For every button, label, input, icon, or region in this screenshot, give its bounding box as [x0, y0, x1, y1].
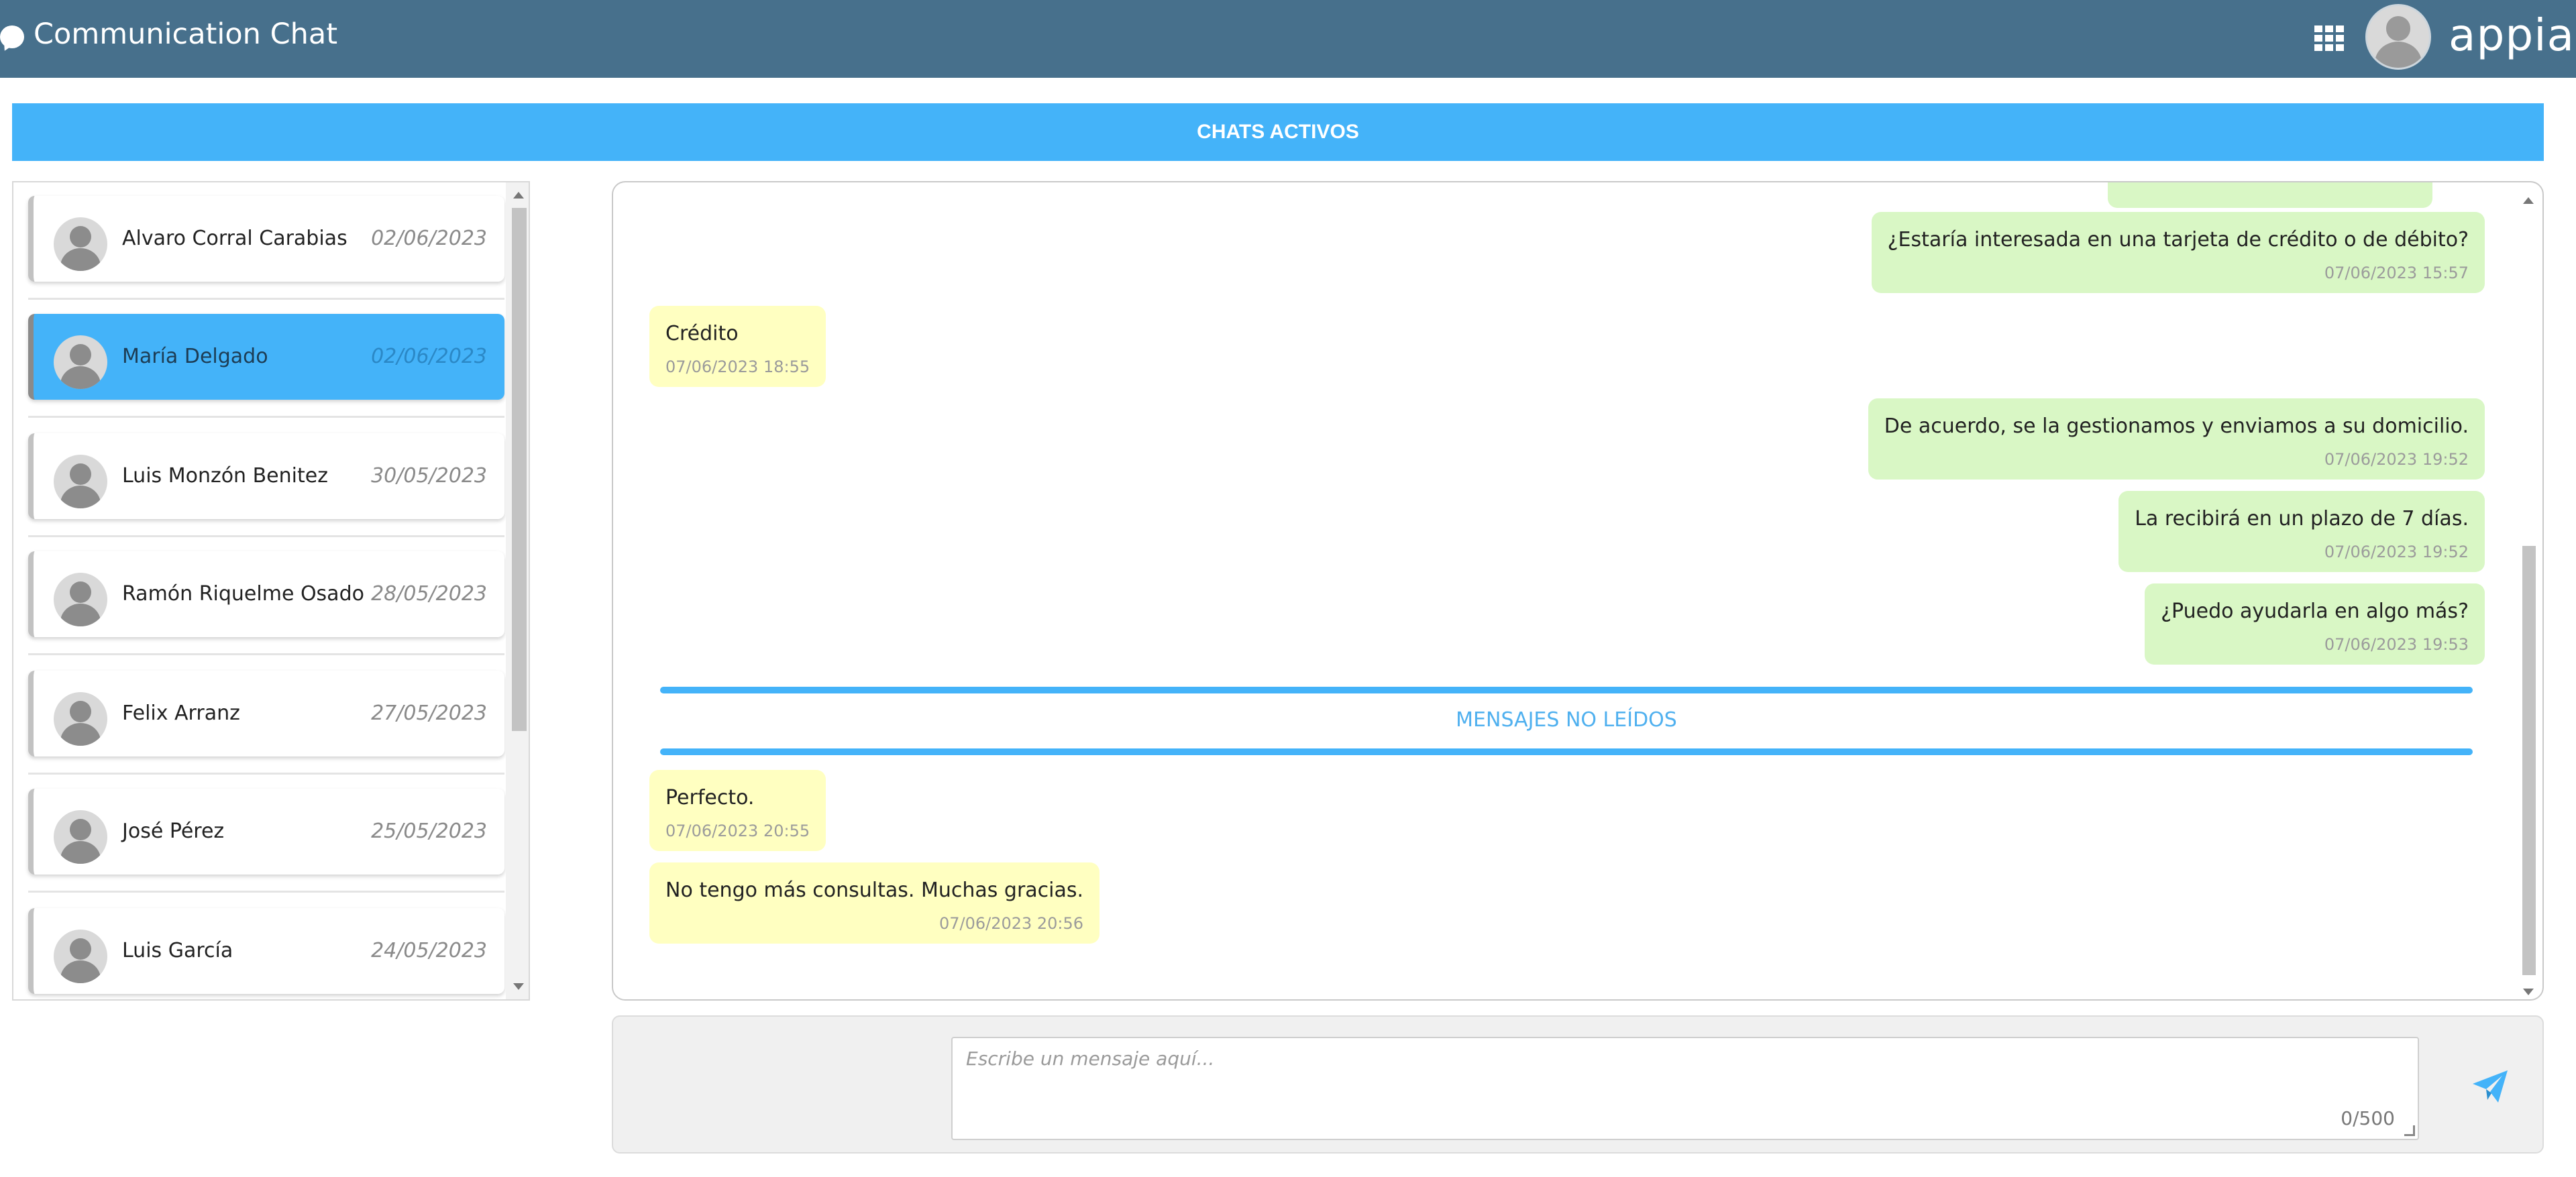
message-text: Perfecto. — [665, 786, 755, 809]
message-scrollbar[interactable] — [2520, 197, 2537, 995]
avatar — [54, 455, 107, 508]
avatar — [54, 573, 107, 626]
conversation-name: María Delgado — [122, 345, 268, 368]
message-time: 07/06/2023 15:57 — [2324, 264, 2469, 282]
message-bubble-outgoing: ¿Estaría interesada en una tarjeta de cr… — [1871, 212, 2485, 293]
message-time: 07/06/2023 20:56 — [938, 914, 1084, 933]
divider — [28, 773, 504, 775]
unread-divider-line — [660, 687, 2473, 693]
message-thread: ¿Estaría interesada en una tarjeta de cr… — [612, 181, 2544, 1001]
conversation-name: Luis Monzón Benitez — [122, 464, 328, 488]
conversation-name: Ramón Riquelme Osado — [122, 582, 364, 606]
message-time: 07/06/2023 20:55 — [665, 822, 810, 840]
avatar — [54, 810, 107, 864]
message-composer: Escribe un mensaje aquí... 0/500 — [612, 1015, 2544, 1154]
conversation-item[interactable]: Luis Monzón Benitez 30/05/2023 — [28, 433, 504, 519]
message-time: 07/06/2023 19:52 — [2324, 543, 2469, 561]
message-text: De acuerdo, se la gestionamos y enviamos… — [1884, 414, 2469, 438]
message-bubble-outgoing: ¿Puedo ayudarla en algo más? 07/06/2023 … — [2145, 583, 2485, 665]
conversation-date: 25/05/2023 — [371, 820, 487, 843]
avatar — [54, 335, 107, 389]
conversation-name: Alvaro Corral Carabias — [122, 227, 347, 250]
app-title: Communication Chat — [34, 17, 338, 51]
message-bubble-outgoing: La recibirá en un plazo de 7 días. 07/06… — [2118, 491, 2485, 572]
paper-plane-icon[interactable] — [2471, 1069, 2509, 1104]
unread-divider-line — [660, 748, 2473, 755]
conversation-date: 30/05/2023 — [371, 464, 487, 488]
message-text: No tengo más consultas. Muchas gracias. — [665, 879, 1084, 902]
message-bubble-incoming: No tengo más consultas. Muchas gracias. … — [649, 862, 1100, 944]
scroll-up-icon[interactable] — [2523, 197, 2534, 204]
divider — [28, 891, 504, 893]
message-bubble-partial — [2108, 182, 2432, 208]
conversation-date: 28/05/2023 — [371, 582, 487, 606]
divider — [28, 416, 504, 418]
message-time: 07/06/2023 19:52 — [2324, 450, 2469, 469]
scrollbar-thumb[interactable] — [2522, 546, 2536, 975]
conversation-date: 02/06/2023 — [371, 345, 487, 368]
message-input-placeholder: Escribe un mensaje aquí... — [966, 1048, 1215, 1070]
grid-icon[interactable] — [2314, 25, 2345, 52]
user-avatar-icon[interactable] — [2365, 4, 2431, 70]
scroll-up-icon[interactable] — [513, 192, 524, 199]
character-counter: 0/500 — [2341, 1107, 2395, 1129]
conversation-name: Felix Arranz — [122, 702, 240, 725]
message-text: La recibirá en un plazo de 7 días. — [2135, 507, 2469, 530]
scroll-down-icon[interactable] — [2523, 989, 2534, 995]
message-text: Crédito — [665, 322, 739, 345]
conversation-item[interactable]: María Delgado 02/06/2023 — [28, 314, 504, 400]
top-bar: Communication Chat appian — [0, 0, 2576, 78]
conversation-date: 02/06/2023 — [371, 227, 487, 250]
conversation-name: José Pérez — [122, 820, 225, 843]
message-time: 07/06/2023 18:55 — [665, 357, 810, 376]
message-bubble-outgoing: De acuerdo, se la gestionamos y enviamos… — [1868, 398, 2485, 480]
conversation-item[interactable]: Alvaro Corral Carabias 02/06/2023 — [28, 196, 504, 282]
conversation-date: 27/05/2023 — [371, 702, 487, 725]
scroll-down-icon[interactable] — [513, 983, 524, 990]
active-chats-banner: CHATS ACTIVOS — [12, 103, 2544, 161]
resize-handle[interactable] — [2404, 1125, 2415, 1136]
scrollbar-thumb[interactable] — [512, 208, 527, 731]
list-scrollbar[interactable] — [506, 182, 529, 999]
message-bubble-incoming: Perfecto. 07/06/2023 20:55 — [649, 770, 826, 851]
avatar — [54, 930, 107, 983]
conversation-item[interactable]: Felix Arranz 27/05/2023 — [28, 671, 504, 756]
conversation-name: Luis García — [122, 939, 233, 962]
chat-bubble-icon — [0, 25, 24, 48]
message-time: 07/06/2023 19:53 — [2324, 635, 2469, 654]
unread-divider-label: MENSAJES NO LEÍDOS — [1456, 708, 1677, 732]
conversation-item[interactable]: Luis García 24/05/2023 — [28, 908, 504, 994]
avatar — [54, 692, 107, 746]
brand-logo: appian — [2449, 9, 2576, 61]
conversation-item[interactable]: José Pérez 25/05/2023 — [28, 789, 504, 875]
conversation-item[interactable]: Ramón Riquelme Osado 28/05/2023 — [28, 551, 504, 637]
conversation-date: 24/05/2023 — [371, 939, 487, 962]
divider — [28, 535, 504, 537]
message-input[interactable]: Escribe un mensaje aquí... 0/500 — [951, 1037, 2419, 1140]
message-text: ¿Estaría interesada en una tarjeta de cr… — [1887, 228, 2469, 251]
message-bubble-incoming: Crédito 07/06/2023 18:55 — [649, 306, 826, 387]
divider — [28, 298, 504, 300]
conversation-list: Alvaro Corral Carabias 02/06/2023 María … — [12, 181, 530, 1001]
message-text: ¿Puedo ayudarla en algo más? — [2161, 600, 2469, 623]
avatar — [54, 217, 107, 271]
divider — [28, 653, 504, 655]
